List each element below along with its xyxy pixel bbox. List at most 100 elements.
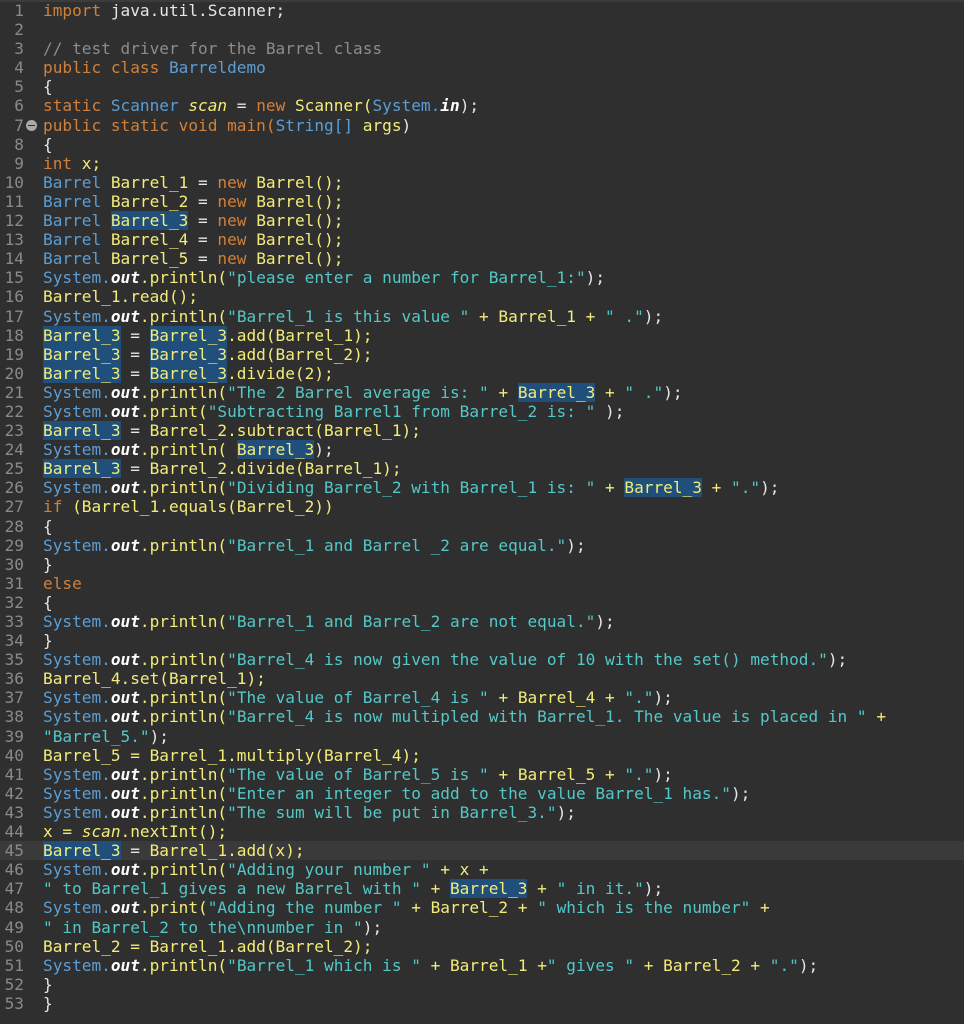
code-token: System. [43, 535, 111, 555]
code-line[interactable]: 11 Barrel Barrel_2 = new Barrel(); [0, 192, 964, 211]
code-line[interactable]: 41 System.out.println("The value of Barre… [0, 765, 964, 784]
code-line[interactable]: 5{ [0, 77, 964, 96]
code-line[interactable]: 15 System.out.println("please enter a num… [0, 268, 964, 287]
code-line[interactable]: 25 Barrel_3 = Barrel_2.divide(Barrel_1); [0, 459, 964, 479]
code-line[interactable]: 51 System.out.println("Barrel_1 which is … [0, 956, 964, 975]
code-line[interactable]: 44 x = scan.nextInt(); [0, 822, 964, 841]
code-token: = [188, 172, 218, 192]
code-token: out [110, 440, 140, 460]
code-line[interactable]: 18 Barrel_3 = Barrel_3.add(Barrel_1); [0, 325, 964, 345]
line-number: 18 [4, 325, 24, 345]
line-number: 22 [4, 401, 24, 421]
code-token: if [43, 497, 73, 517]
line-number: 32 [4, 592, 24, 612]
code-line[interactable]: 52} [0, 975, 964, 994]
code-line[interactable]: 24 System.out.println( Barrel_3); [0, 440, 964, 460]
code-line[interactable]: 13 Barrel Barrel_4 = new Barrel(); [0, 230, 964, 249]
code-line[interactable]: 45 Barrel_3 = Barrel_1.add(x); [0, 841, 964, 861]
code-line[interactable]: 42 System.out.println("Enter an integer t… [0, 784, 964, 803]
code-token: scan [81, 822, 121, 842]
code-token: out [110, 802, 140, 822]
code-line[interactable]: 38 System.out.println("Barrel_4 is now mu… [0, 707, 964, 726]
code-token: out [110, 764, 140, 784]
code-token: "Barrel_1 which is " [227, 955, 421, 975]
code-line[interactable]: 39 "Barrel_5."); [0, 727, 964, 746]
code-token: ); [362, 917, 383, 937]
code-line[interactable]: 35 System.out.println("Barrel_4 is now gi… [0, 650, 964, 669]
code-line[interactable]: 21 System.out.println("The 2 Barrel avera… [0, 382, 964, 402]
code-line[interactable]: 33 System.out.println("Barrel_1 and Barre… [0, 612, 964, 631]
code-line[interactable]: 2 [0, 20, 964, 39]
line-number: 21 [4, 382, 24, 402]
code-line[interactable]: 29 System.out.println("Barrel_1 and Barre… [0, 536, 964, 555]
line-number: 48 [4, 898, 24, 918]
code-line[interactable]: 31 else [0, 574, 964, 593]
code-line[interactable]: 27 if (Barrel_1.equals(Barrel_2)) [0, 497, 964, 516]
code-line[interactable]: 30} [0, 555, 964, 574]
line-code: } [43, 631, 53, 650]
code-line[interactable]: 16 Barrel_1.read(); [0, 287, 964, 306]
code-line[interactable]: 20 Barrel_3 = Barrel_3.divide(2); [0, 363, 964, 383]
code-line[interactable]: 23 Barrel_3 = Barrel_2.subtract(Barrel_1)… [0, 421, 964, 441]
line-code: " to Barrel_1 gives a new Barrel with " … [43, 879, 663, 899]
code-line[interactable]: 37 System.out.println("The value of Barre… [0, 688, 964, 707]
line-number: 53 [4, 993, 24, 1013]
code-token: "The 2 Barrel average is: " [227, 382, 489, 402]
collapse-icon[interactable] [26, 119, 37, 131]
code-line[interactable]: 49 " in Barrel_2 to the\nnumber in "); [0, 918, 964, 937]
line-number: 23 [4, 421, 24, 441]
code-line[interactable]: 19 Barrel_3 = Barrel_3.add(Barrel_2); [0, 344, 964, 364]
code-token: System. [43, 707, 111, 727]
code-line[interactable]: 26 System.out.println("Dividing Barrel_2 … [0, 478, 964, 498]
code-line[interactable]: 46 System.out.println("Adding your number… [0, 860, 964, 879]
line-code: Barrel_3 = Barrel_2.subtract(Barrel_1); [43, 421, 421, 441]
line-number: 12 [4, 211, 24, 231]
code-line[interactable]: 48 System.out.print("Adding the number " … [0, 898, 964, 917]
code-line[interactable]: 50 Barrel_2 = Barrel_1.add(Barrel_2); [0, 937, 964, 956]
code-token: = [120, 459, 150, 479]
line-code: { [43, 135, 53, 154]
code-line[interactable]: 17 System.out.println("Barrel_1 is this v… [0, 307, 964, 326]
code-line[interactable]: 4 public class Barreldemo [0, 58, 964, 77]
code-token: } [43, 993, 53, 1013]
code-token: Barrel(); [256, 211, 344, 231]
code-line[interactable]: 1 import java.util.Scanner; [0, 1, 964, 20]
code-line[interactable]: 6 static Scanner scan = new Scanner(Syste… [0, 96, 964, 115]
code-line[interactable]: 8{ [0, 135, 964, 154]
line-code: public class Barreldemo [43, 58, 266, 77]
code-line[interactable]: 28 { [0, 517, 964, 536]
code-line[interactable]: 10 Barrel Barrel_1 = new Barrel(); [0, 173, 964, 192]
code-token: "." [769, 955, 799, 975]
line-number: 2 [14, 20, 24, 40]
line-number: 20 [4, 363, 24, 383]
line-code: } [43, 975, 53, 994]
code-editor[interactable]: 1 import java.util.Scanner; 2 3 // test driv… [0, 0, 964, 1024]
code-token: ); [730, 783, 751, 803]
code-token: + Barrel_1 + [420, 955, 547, 975]
code-line[interactable]: 34} [0, 631, 964, 650]
highlighted-token: Barrel_3 [43, 841, 121, 861]
code-line[interactable]: 22 System.out.print("Subtracting Barrel1 … [0, 402, 964, 421]
code-line[interactable]: 36 Barrel_4.set(Barrel_1); [0, 669, 964, 688]
code-line[interactable]: 14 Barrel Barrel_5 = new Barrel(); [0, 249, 964, 268]
code-token: "please enter a number for Barrel_1:" [227, 268, 586, 288]
code-line[interactable]: 32 { [0, 593, 964, 612]
code-line[interactable]: 9 int x; [0, 154, 964, 173]
line-code: System.out.println("Barrel_1 which is " … [43, 956, 818, 975]
code-token: System. [43, 860, 111, 880]
line-code: Barrel_4.set(Barrel_1); [43, 669, 266, 688]
code-line[interactable]: 47 " to Barrel_1 gives a new Barrel with … [0, 879, 964, 899]
code-line[interactable]: 3 // test driver for the Barrel class [0, 39, 964, 58]
code-line[interactable]: 7 public static void main(String[] args) [0, 116, 964, 135]
code-line[interactable]: 43 System.out.println("The sum will be pu… [0, 803, 964, 822]
code-token: Scanner [110, 96, 189, 116]
line-code: Barrel_3 = Barrel_3.add(Barrel_1); [43, 325, 372, 345]
code-line[interactable]: 12 Barrel Barrel_3 = new Barrel(); [0, 211, 964, 231]
line-number: 35 [4, 650, 24, 670]
code-line[interactable]: 53} [0, 994, 964, 1013]
code-lines: 1 import java.util.Scanner; 2 3 // test driv… [0, 1, 964, 1013]
code-token: ); [760, 478, 780, 498]
code-token: = [120, 363, 150, 383]
line-code: Barrel_3 = Barrel_2.divide(Barrel_1); [43, 459, 402, 479]
code-line[interactable]: 40 Barrel_5 = Barrel_1.multiply(Barrel_4)… [0, 746, 964, 765]
